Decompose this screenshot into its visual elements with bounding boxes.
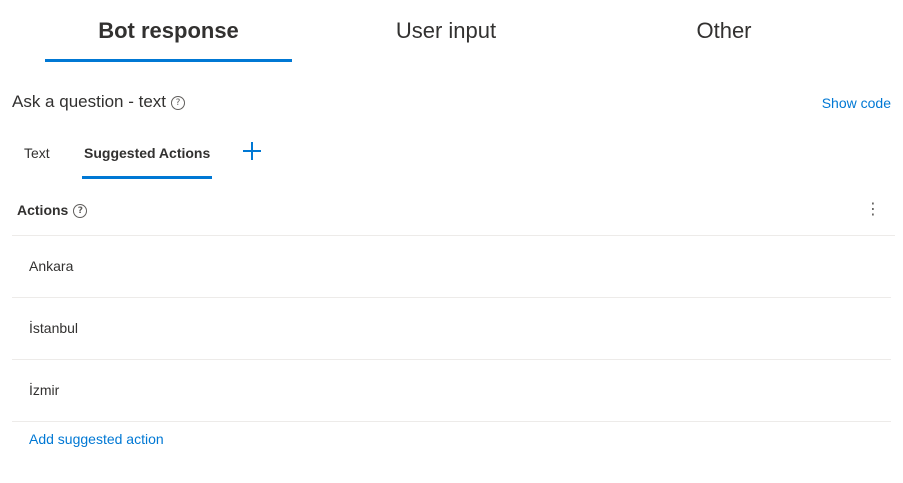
actions-header: Actions? ⋮ — [12, 190, 895, 236]
tab-text[interactable]: Text — [24, 145, 50, 161]
prompt-title: Ask a question - text — [12, 92, 167, 111]
action-text: Ankara — [29, 258, 74, 274]
list-item[interactable]: İzmir — [12, 360, 891, 422]
response-variant-tabs: Text Suggested Actions — [12, 135, 312, 180]
plus-icon[interactable] — [241, 140, 263, 162]
list-item[interactable]: Ankara — [12, 236, 891, 298]
tab-user-input-label: User input — [395, 18, 497, 43]
active-tab-indicator — [45, 59, 292, 62]
suggested-action-list: Ankara İstanbul İzmir — [12, 236, 891, 422]
show-code-link[interactable]: Show code — [822, 95, 891, 111]
prompt-title-container: Ask a question - text? — [12, 92, 186, 112]
add-suggested-action-link[interactable]: Add suggested action — [29, 431, 164, 447]
action-text: İstanbul — [29, 320, 79, 336]
tab-user-input[interactable]: User input — [322, 18, 570, 62]
question-circle-icon[interactable]: ? — [171, 96, 186, 110]
prompt-header: Ask a question - text? Show code — [12, 92, 891, 116]
tab-other-label: Other — [696, 18, 752, 43]
tab-other[interactable]: Other — [600, 18, 848, 62]
action-text: İzmir — [29, 382, 60, 398]
question-circle-icon[interactable]: ? — [73, 204, 88, 218]
actions-label: Actions — [17, 202, 69, 218]
tab-bot-response[interactable]: Bot response — [45, 18, 292, 62]
actions-label-container: Actions? — [17, 202, 88, 218]
active-subtab-indicator — [82, 176, 212, 179]
list-item[interactable]: İstanbul — [12, 298, 891, 360]
more-vertical-icon[interactable]: ⋮ — [865, 200, 881, 220]
tab-suggested-actions[interactable]: Suggested Actions — [84, 145, 210, 161]
top-tab-bar: Bot response User input Other — [0, 0, 903, 62]
tab-bot-response-label: Bot response — [98, 18, 239, 43]
